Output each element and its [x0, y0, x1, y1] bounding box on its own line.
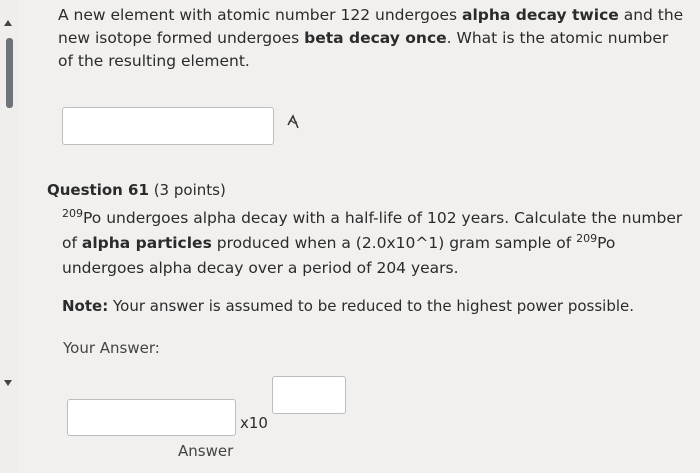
question-points: (3 points)	[148, 181, 226, 199]
times-ten-label: x10	[240, 414, 268, 432]
question-bold-part: beta decay once	[304, 29, 447, 47]
answer-mantissa-input[interactable]	[67, 399, 236, 436]
answer-caption: Answer	[178, 442, 234, 460]
note-label: Note:	[62, 297, 109, 315]
previous-question-text: A new element with atomic number 122 und…	[58, 4, 688, 73]
question-number: Question 61	[47, 181, 149, 199]
equation-editor-icon-svg	[287, 114, 299, 129]
question-bold-part: alpha particles	[81, 234, 212, 252]
equation-editor-icon[interactable]	[285, 114, 301, 134]
scroll-up-arrow-icon[interactable]	[4, 20, 12, 26]
scroll-down-arrow-icon[interactable]	[4, 380, 12, 386]
question-61-header: Question 61 (3 points)	[47, 181, 226, 199]
scrollbar[interactable]	[0, 0, 18, 473]
note-body: Your answer is assumed to be reduced to …	[108, 297, 635, 315]
previous-answer-input[interactable]	[62, 107, 274, 145]
isotope-mass: 209	[576, 232, 598, 245]
scrollbar-thumb[interactable]	[6, 38, 13, 108]
answer-exponent-input[interactable]	[272, 376, 346, 414]
question-61-text: 209Po undergoes alpha decay with a half-…	[62, 206, 687, 281]
isotope-mass: 209	[62, 207, 83, 220]
question-text-part: A new element with atomic number 122 und…	[58, 6, 462, 24]
isotope-symbol: Po	[597, 234, 616, 252]
isotope-symbol: Po	[83, 209, 102, 227]
question-text-part: produced when a (2.0x10^1) gram sample o…	[211, 234, 577, 252]
your-answer-label: Your Answer:	[63, 339, 160, 357]
question-bold-part: alpha decay twice	[461, 6, 619, 24]
note-text: Note: Your answer is assumed to be reduc…	[62, 297, 634, 315]
question-text-part: undergoes alpha decay over a period of 2…	[62, 259, 459, 277]
